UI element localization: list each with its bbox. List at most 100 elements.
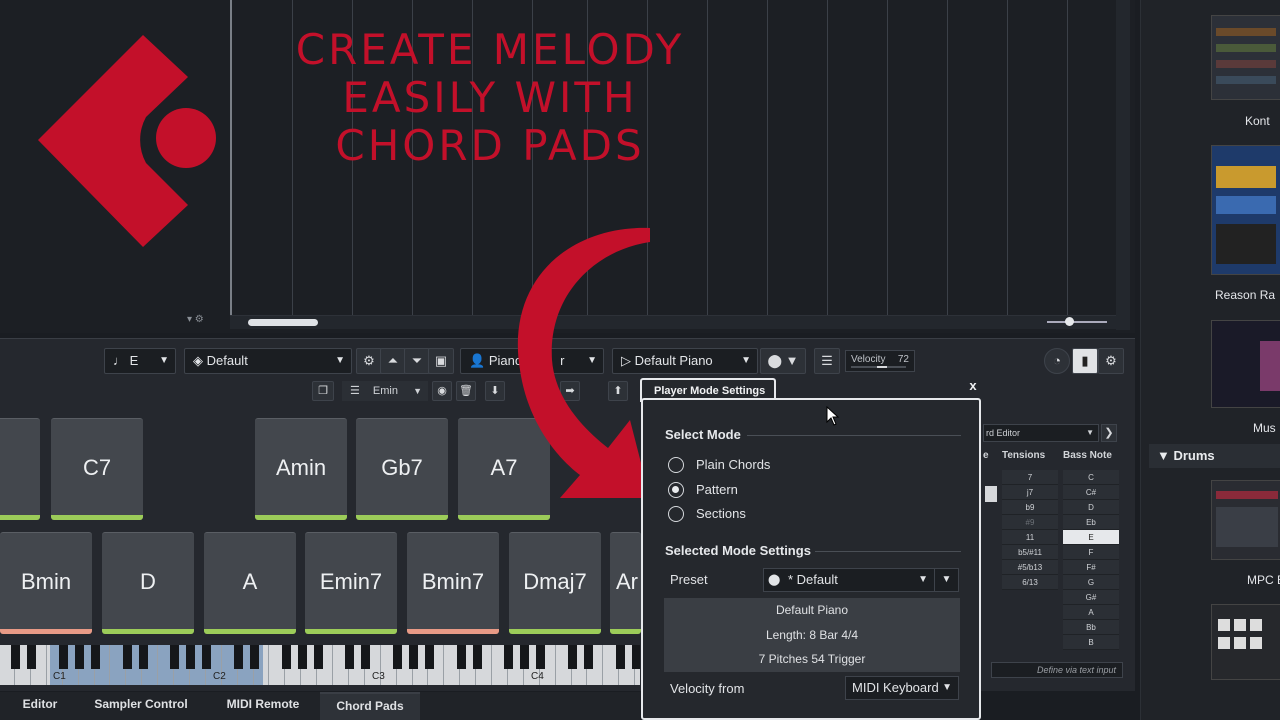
plugin-thumbnail[interactable] xyxy=(1211,320,1280,408)
black-key[interactable] xyxy=(59,645,69,669)
plugin-thumbnail[interactable] xyxy=(1211,145,1280,275)
black-key[interactable] xyxy=(186,645,196,669)
track-preset-select[interactable]: ◈ Default ▼ xyxy=(184,348,352,374)
velocity-from-select[interactable]: MIDI Keyboard ▼ xyxy=(845,676,959,700)
chord-pad[interactable]: A xyxy=(204,532,296,634)
bass-note-cell[interactable]: A xyxy=(1063,605,1119,620)
bass-note-cell[interactable]: G# xyxy=(1063,590,1119,605)
black-key[interactable] xyxy=(504,645,514,669)
zoom-slider[interactable] xyxy=(1035,317,1115,327)
black-key[interactable] xyxy=(567,645,577,669)
radio-selected-icon[interactable] xyxy=(668,482,684,498)
black-key[interactable] xyxy=(536,645,546,669)
move-down-icon[interactable]: ⏷ xyxy=(404,348,430,374)
black-key[interactable] xyxy=(583,645,593,669)
preset-select[interactable]: ⬤ * Default ▼ ▼ xyxy=(763,568,959,592)
tension-cell[interactable]: #9 xyxy=(1002,515,1058,530)
black-key[interactable] xyxy=(472,645,482,669)
chord-pad[interactable]: Dmaj7 xyxy=(509,532,601,634)
black-key[interactable] xyxy=(631,645,640,669)
black-key[interactable] xyxy=(27,645,37,669)
chord-pad[interactable]: Amin xyxy=(255,418,347,520)
drums-category-header[interactable]: ▼ Drums xyxy=(1149,444,1280,468)
key-select[interactable]: ♩ E ▼ xyxy=(104,348,176,374)
tension-cell[interactable]: #5/b13 xyxy=(1002,560,1058,575)
bass-note-cell[interactable]: F xyxy=(1063,545,1119,560)
black-key[interactable] xyxy=(122,645,132,669)
tab-chord-pads[interactable]: Chord Pads xyxy=(320,692,420,720)
settings-icon[interactable]: ☰ xyxy=(814,348,840,374)
tension-cell[interactable]: 6/13 xyxy=(1002,575,1058,590)
define-via-text-input[interactable]: Define via text input xyxy=(991,662,1123,678)
bass-note-cell[interactable]: D xyxy=(1063,500,1119,515)
bass-note-cell[interactable]: Bb xyxy=(1063,620,1119,635)
bass-note-cell[interactable]: E xyxy=(1063,530,1119,545)
horizontal-scrollbar[interactable] xyxy=(230,315,1130,329)
chevron-right-icon[interactable]: ❯ xyxy=(1101,424,1117,442)
black-key[interactable] xyxy=(615,645,625,669)
move-up-icon[interactable]: ⏶ xyxy=(380,348,406,374)
chord-editor-dropdown[interactable]: rd Editor ▼ xyxy=(983,424,1099,442)
tension-cell[interactable]: j7 xyxy=(1002,485,1058,500)
chord-pad[interactable] xyxy=(0,418,40,520)
vertical-scrollbar[interactable] xyxy=(1116,0,1130,330)
tab-editor[interactable]: Editor xyxy=(12,692,68,720)
plugin-thumbnail[interactable] xyxy=(1211,480,1280,560)
settings-gear-icon[interactable]: ▾ ⚙ xyxy=(187,314,204,325)
black-key[interactable] xyxy=(361,645,371,669)
bass-note-cell[interactable]: Eb xyxy=(1063,515,1119,530)
chord-pad[interactable]: D xyxy=(102,532,194,634)
black-key[interactable] xyxy=(234,645,243,669)
plugin-thumbnail[interactable] xyxy=(1211,604,1280,680)
preset-menu-button[interactable]: ▼ xyxy=(934,569,958,591)
bass-note-cell[interactable]: G xyxy=(1063,575,1119,590)
bass-note-cell[interactable]: F# xyxy=(1063,560,1119,575)
radio-icon[interactable] xyxy=(668,506,684,522)
black-key[interactable] xyxy=(90,645,100,669)
chord-pad[interactable]: Ar xyxy=(610,532,641,634)
black-key[interactable] xyxy=(11,645,21,669)
scrollbar-thumb[interactable] xyxy=(248,319,318,326)
black-key[interactable] xyxy=(408,645,418,669)
black-key[interactable] xyxy=(456,645,466,669)
bass-note-cell[interactable]: C# xyxy=(1063,485,1119,500)
piano-keyboard[interactable] xyxy=(0,645,640,685)
black-key[interactable] xyxy=(424,645,434,669)
tab-midi-remote[interactable]: MIDI Remote xyxy=(214,692,312,720)
record-icon[interactable]: ◉ xyxy=(432,381,452,401)
black-key[interactable] xyxy=(520,645,530,669)
zoom-knob[interactable] xyxy=(1065,317,1074,326)
black-key[interactable] xyxy=(138,645,148,669)
player-mode-button[interactable]: ⬤ ▼ xyxy=(760,348,806,374)
black-key[interactable] xyxy=(202,645,212,669)
selected-cell[interactable] xyxy=(985,486,997,502)
chord-select[interactable]: ☰ Emin ▼ xyxy=(342,381,428,401)
tab-sampler-control[interactable]: Sampler Control xyxy=(84,692,198,720)
velocity-control[interactable]: Velocity 72 xyxy=(845,350,915,372)
black-key[interactable] xyxy=(281,645,291,669)
black-key[interactable] xyxy=(249,645,259,669)
black-key[interactable] xyxy=(297,645,307,669)
bass-note-cell[interactable]: C xyxy=(1063,470,1119,485)
chord-pad[interactable]: Gb7 xyxy=(356,418,448,520)
tension-cell[interactable]: b5/#11 xyxy=(1002,545,1058,560)
tension-cell[interactable]: 7 xyxy=(1002,470,1058,485)
gear-icon[interactable]: ⚙ xyxy=(356,348,382,374)
close-icon[interactable]: x xyxy=(966,378,980,394)
chord-pad[interactable]: C7 xyxy=(51,418,143,520)
save-icon[interactable]: ▣ xyxy=(428,348,454,374)
copy-icon[interactable]: ❐ xyxy=(312,381,334,401)
radio-icon[interactable] xyxy=(668,457,684,473)
black-key[interactable] xyxy=(393,645,402,669)
chord-pad[interactable]: Bmin7 xyxy=(407,532,499,634)
chord-pad[interactable]: Bmin xyxy=(0,532,92,634)
black-key[interactable] xyxy=(170,645,180,669)
plugin-thumbnail[interactable] xyxy=(1211,15,1280,100)
chord-pad[interactable]: Emin7 xyxy=(305,532,397,634)
black-key[interactable] xyxy=(313,645,323,669)
black-key[interactable] xyxy=(75,645,84,669)
bass-note-cell[interactable]: B xyxy=(1063,635,1119,650)
gear-icon[interactable]: ⚙ xyxy=(1098,348,1124,374)
panel-toggle-icon[interactable]: ▮ xyxy=(1072,348,1098,374)
tension-cell[interactable]: b9 xyxy=(1002,500,1058,515)
